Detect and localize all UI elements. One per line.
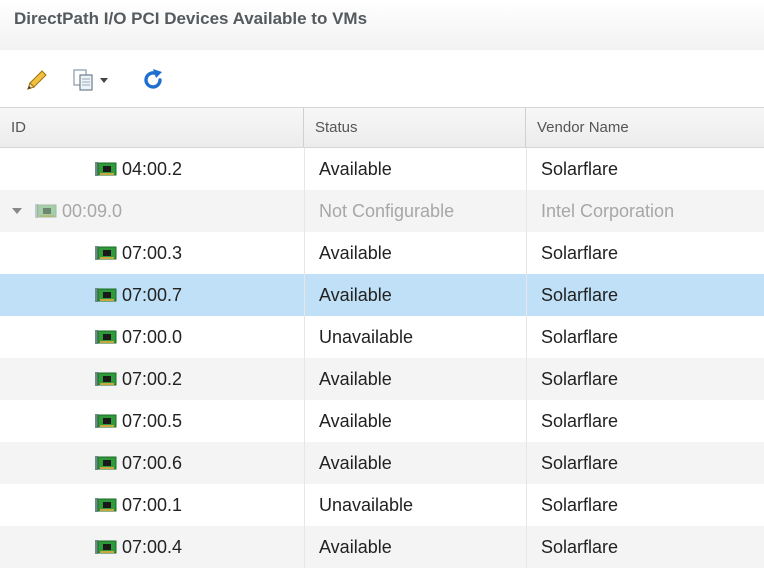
- pci-device-icon: [95, 456, 117, 470]
- pci-device-icon: [95, 330, 117, 344]
- pci-device-icon: [95, 498, 117, 512]
- pci-device-icon: [95, 414, 117, 428]
- panel-header: DirectPath I/O PCI Devices Available to …: [0, 0, 764, 50]
- expand-toggle-icon[interactable]: [12, 208, 22, 214]
- cell-vendor: Solarflare: [526, 526, 764, 568]
- pci-device-icon: [95, 540, 117, 554]
- cell-vendor: Intel Corporation: [526, 190, 764, 232]
- table-row[interactable]: 07:00.0 Unavailable Solarflare: [0, 316, 764, 358]
- cell-vendor: Solarflare: [526, 232, 764, 274]
- cell-status: Available: [304, 358, 526, 400]
- copy-dropdown-button[interactable]: [66, 62, 114, 98]
- panel-title: DirectPath I/O PCI Devices Available to …: [14, 9, 368, 28]
- cell-id: 07:00.2: [0, 358, 304, 400]
- device-id: 07:00.2: [122, 369, 183, 389]
- cell-status: Available: [304, 400, 526, 442]
- pencil-icon: [27, 70, 47, 90]
- grid-header: ID Status Vendor Name: [0, 107, 764, 148]
- cell-status: Available: [304, 442, 526, 484]
- device-id: 07:00.7: [122, 285, 183, 305]
- cell-vendor: Solarflare: [526, 274, 764, 316]
- table-row[interactable]: 07:00.1 Unavailable Solarflare: [0, 484, 764, 526]
- device-id: 07:00.5: [122, 411, 183, 431]
- column-header-id[interactable]: ID: [0, 108, 304, 147]
- device-id: 07:00.3: [122, 243, 183, 263]
- pci-device-icon: [95, 372, 117, 386]
- device-id: 00:09.0: [62, 201, 123, 221]
- pci-device-icon: [35, 204, 57, 218]
- cell-vendor: Solarflare: [526, 316, 764, 358]
- toolbar: [0, 62, 764, 102]
- table-row[interactable]: 07:00.2 Available Solarflare: [0, 358, 764, 400]
- table-row[interactable]: 07:00.5 Available Solarflare: [0, 400, 764, 442]
- cell-vendor: Solarflare: [526, 358, 764, 400]
- cell-vendor: Solarflare: [526, 442, 764, 484]
- chevron-down-icon: [100, 78, 108, 83]
- cell-id: 00:09.0: [0, 190, 304, 232]
- device-id: 04:00.2: [122, 159, 183, 179]
- column-header-vendor[interactable]: Vendor Name: [526, 108, 764, 147]
- cell-id: 07:00.5: [0, 400, 304, 442]
- device-id: 07:00.6: [122, 453, 183, 473]
- cell-id: 07:00.0: [0, 316, 304, 358]
- table-row[interactable]: 07:00.7 Available Solarflare: [0, 274, 764, 316]
- cell-id: 04:00.2: [0, 148, 304, 190]
- pci-device-icon: [95, 288, 117, 302]
- column-header-status[interactable]: Status: [304, 108, 526, 147]
- cell-vendor: Solarflare: [526, 484, 764, 526]
- cell-vendor: Solarflare: [526, 148, 764, 190]
- cell-status: Available: [304, 526, 526, 568]
- table-row[interactable]: 00:09.0 Not Configurable Intel Corporation: [0, 190, 764, 232]
- cell-id: 07:00.7: [0, 274, 304, 316]
- cell-id: 07:00.6: [0, 442, 304, 484]
- device-id: 07:00.4: [122, 537, 183, 557]
- pci-devices-grid: ID Status Vendor Name 04:00.2 Available So…: [0, 107, 764, 568]
- cell-status: Not Configurable: [304, 190, 526, 232]
- refresh-icon: [144, 69, 162, 89]
- edit-button[interactable]: [22, 62, 52, 98]
- table-row[interactable]: 07:00.3 Available Solarflare: [0, 232, 764, 274]
- pci-device-icon: [95, 162, 117, 176]
- cell-id: 07:00.3: [0, 232, 304, 274]
- cell-vendor: Solarflare: [526, 400, 764, 442]
- copy-dropdown-icon: [73, 69, 93, 91]
- table-row[interactable]: 07:00.4 Available Solarflare: [0, 526, 764, 568]
- device-id: 07:00.1: [122, 495, 183, 515]
- table-row[interactable]: 07:00.6 Available Solarflare: [0, 442, 764, 484]
- cell-status: Available: [304, 148, 526, 190]
- table-row[interactable]: 04:00.2 Available Solarflare: [0, 148, 764, 190]
- cell-id: 07:00.1: [0, 484, 304, 526]
- cell-status: Available: [304, 274, 526, 316]
- device-id: 07:00.0: [122, 327, 183, 347]
- cell-status: Unavailable: [304, 316, 526, 358]
- cell-status: Available: [304, 232, 526, 274]
- grid-body: 04:00.2 Available Solarflare 00:09.0 Not Con…: [0, 148, 764, 568]
- pci-device-icon: [95, 246, 117, 260]
- cell-id: 07:00.4: [0, 526, 304, 568]
- refresh-button[interactable]: [138, 62, 168, 98]
- cell-status: Unavailable: [304, 484, 526, 526]
